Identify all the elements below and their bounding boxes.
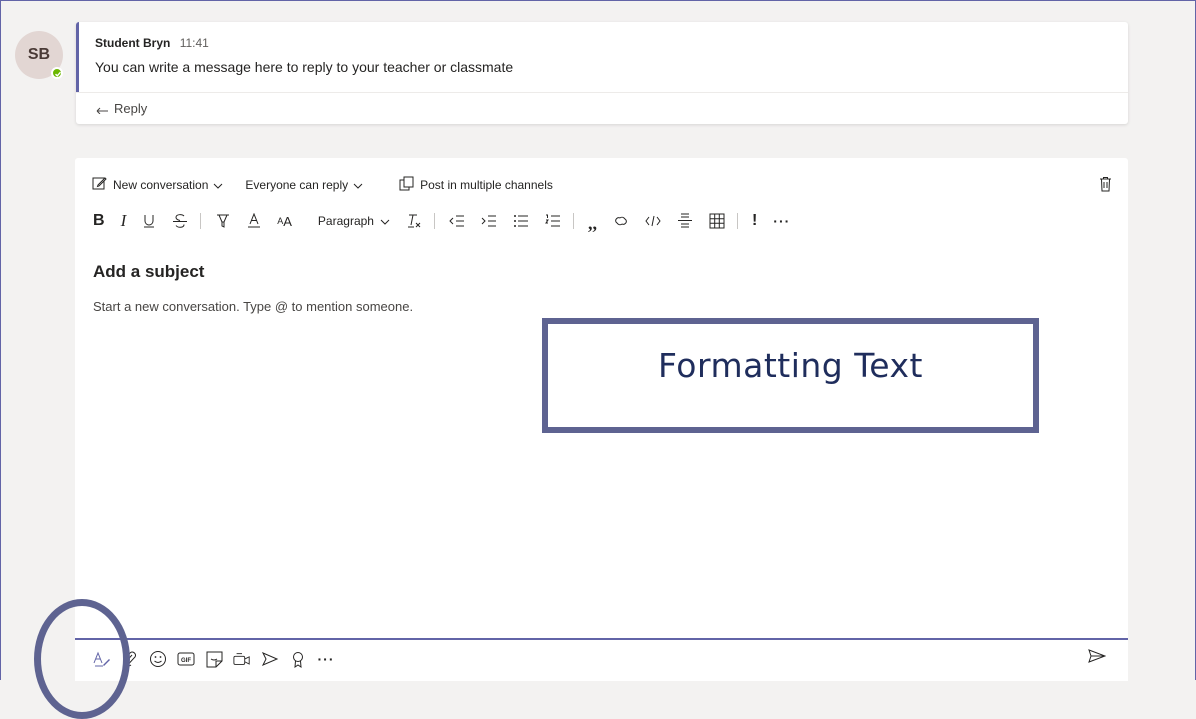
new-conversation-dropdown[interactable]: New conversation [92,176,229,194]
annotation-callout: Formatting Text [542,318,1039,433]
underline-icon[interactable] [142,210,156,232]
font-size-icon[interactable]: AA [277,210,292,232]
numbered-list-icon[interactable] [545,210,561,232]
message-accent-bar [76,22,79,92]
strikethrough-icon[interactable] [172,210,188,232]
edit-icon [92,176,113,194]
code-snippet-icon[interactable] [645,210,661,232]
chevron-down-icon [353,178,369,192]
send-icon[interactable] [1088,649,1107,668]
reply-setting-dropdown[interactable]: Everyone can reply [245,178,369,192]
annotation-circle [34,599,130,719]
link-icon[interactable] [613,210,629,232]
message-card: Student Bryn 11:41 You can write a messa… [76,22,1128,124]
message-text: You can write a message here to reply to… [95,59,514,75]
horizontal-rule-icon[interactable] [677,210,693,232]
font-color-icon[interactable] [247,210,261,232]
chevron-down-icon [380,214,390,228]
praise-icon[interactable] [289,649,307,669]
quote-icon[interactable]: ,, [588,210,597,233]
important-icon[interactable]: ! [752,210,757,232]
copy-icon [399,176,420,194]
presence-available-icon [51,67,63,79]
bulleted-list-icon[interactable] [513,210,529,232]
post-multiple-channels-button[interactable]: Post in multiple channels [399,176,553,194]
table-icon[interactable] [709,210,725,232]
emoji-icon[interactable] [149,649,167,669]
reply-arrow-icon [95,104,109,114]
gif-icon[interactable]: GIF [177,649,195,669]
bold-icon[interactable]: B [93,210,105,232]
toolbar-divider [200,213,202,229]
compose-options-row: New conversation Everyone can reply Post… [92,176,569,194]
delete-icon[interactable] [1099,176,1112,197]
message-author: Student Bryn [95,36,171,50]
toolbar-divider [736,213,738,229]
reply-label: Reply [114,101,148,116]
compose-focus-underline [75,638,1128,640]
new-conversation-label: New conversation [113,178,209,192]
formatting-toolbar: B I AA Paragraph ,, ! ··· [93,210,806,233]
avatar-initials: SB [27,46,51,63]
message-header: Student Bryn 11:41 [95,36,209,50]
toolbar-divider [433,213,435,229]
post-multiple-label: Post in multiple channels [420,178,553,192]
paragraph-dropdown[interactable]: Paragraph [318,210,390,232]
highlight-icon[interactable] [215,210,231,232]
compose-actions-toolbar: GIF ··· [93,646,345,672]
more-icon[interactable]: ··· [317,649,335,669]
svg-text:GIF: GIF [181,658,191,664]
increase-indent-icon[interactable] [481,210,497,232]
reply-setting-label: Everyone can reply [245,178,349,192]
decrease-indent-icon[interactable] [449,210,465,232]
toolbar-divider [572,213,574,229]
stream-icon[interactable] [261,649,279,669]
sticker-icon[interactable] [205,649,223,669]
italic-icon[interactable]: I [121,210,127,232]
reply-button[interactable]: Reply [76,92,1128,124]
clear-formatting-icon[interactable] [406,210,422,232]
message-time: 11:41 [179,36,209,50]
chevron-down-icon [213,178,229,192]
annotation-callout-text: Formatting Text [658,346,923,385]
message-input[interactable]: Start a new conversation. Type @ to ment… [93,299,413,314]
meet-now-icon[interactable] [233,649,251,669]
more-options-icon[interactable]: ··· [773,210,790,232]
subject-input[interactable]: Add a subject [93,262,204,282]
paragraph-label: Paragraph [317,214,374,228]
